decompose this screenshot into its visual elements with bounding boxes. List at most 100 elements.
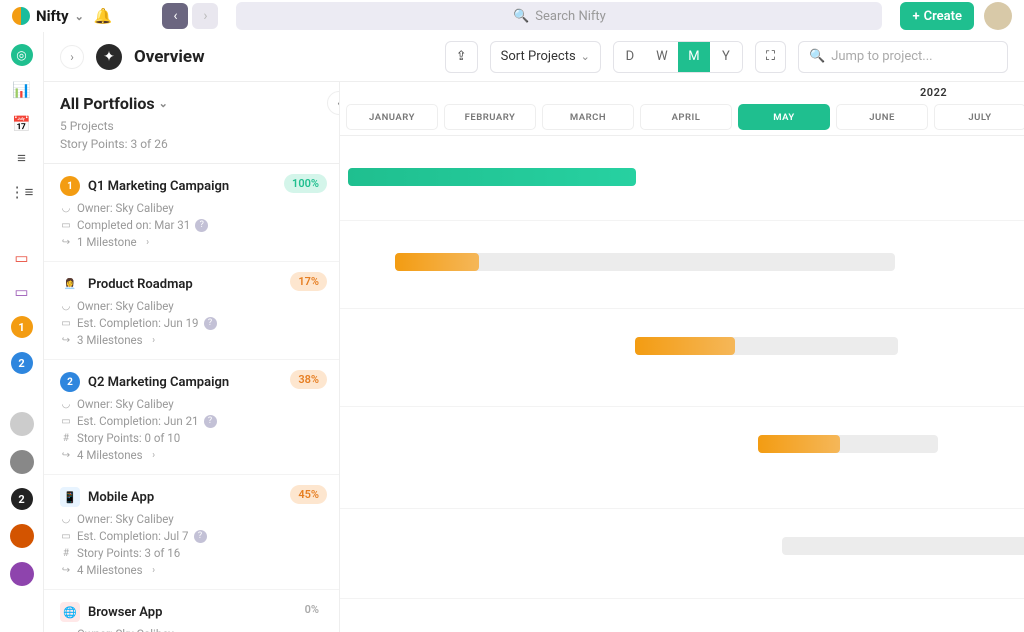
- project-owner: Owner: Sky Calibey: [77, 627, 174, 632]
- portfolio-title-text: All Portfolios: [60, 94, 155, 113]
- user-avatar[interactable]: [984, 2, 1012, 30]
- project-card[interactable]: 🌐 Browser App 0% ◡Owner: Sky Calibey▭Est…: [44, 590, 339, 632]
- info-icon[interactable]: ?: [204, 317, 217, 330]
- info-icon[interactable]: ?: [194, 530, 207, 543]
- search-placeholder: Search Nifty: [535, 9, 606, 24]
- rail-calendar-icon[interactable]: 📅: [12, 114, 32, 134]
- project-icon: 🌐: [60, 602, 80, 622]
- rail-avatar-3[interactable]: [10, 524, 34, 548]
- calendar-icon: ▭: [60, 416, 72, 427]
- hash-icon: #: [60, 548, 72, 559]
- project-list-column: ‹ All Portfolios ⌄ 5 Projects Story Poin…: [44, 82, 340, 632]
- chevron-right-icon: ›: [148, 450, 160, 461]
- month-january[interactable]: JANUARY: [346, 104, 438, 130]
- rail-analytics-icon[interactable]: 📊: [12, 80, 32, 100]
- milestone-icon: ↪: [60, 565, 72, 576]
- user-icon: ◡: [60, 301, 72, 312]
- timeline-row: [340, 136, 1024, 221]
- info-icon[interactable]: ?: [204, 415, 217, 428]
- chevron-down-icon: ⌄: [581, 50, 590, 63]
- user-icon: ◡: [60, 629, 72, 632]
- timescale-week[interactable]: W: [646, 42, 678, 72]
- timeline-row: [340, 309, 1024, 407]
- project-card[interactable]: 2 Q2 Marketing Campaign 38% ◡Owner: Sky …: [44, 360, 339, 475]
- project-milestones: 3 Milestones: [77, 333, 143, 347]
- project-completion: Completed on: Mar 31: [77, 218, 190, 232]
- timescale-day[interactable]: D: [614, 42, 646, 72]
- rail-list-icon[interactable]: ≡: [12, 148, 32, 168]
- project-completion: Est. Completion: Jun 21: [77, 414, 199, 428]
- chevron-down-icon: ⌄: [75, 10, 84, 23]
- project-name: Q2 Marketing Campaign: [88, 375, 229, 390]
- project-owner: Owner: Sky Calibey: [77, 397, 174, 411]
- timeline-total-bar[interactable]: [782, 537, 1024, 555]
- rail-tasks-icon[interactable]: ⋮≡: [12, 182, 32, 202]
- project-milestones: 4 Milestones: [77, 563, 143, 577]
- compass-icon: ✦: [96, 44, 122, 70]
- project-card[interactable]: 1 Q1 Marketing Campaign 100% ◡Owner: Sky…: [44, 164, 339, 262]
- timeline-progress-bar[interactable]: [758, 435, 840, 453]
- info-icon[interactable]: ?: [195, 219, 208, 232]
- milestone-icon: ↪: [60, 335, 72, 346]
- rail-badge-1[interactable]: 1: [11, 316, 33, 338]
- month-march[interactable]: MARCH: [542, 104, 634, 130]
- user-icon: ◡: [60, 514, 72, 525]
- rail-project-a-icon[interactable]: ▭: [12, 248, 32, 268]
- timescale-month[interactable]: M: [678, 42, 710, 72]
- bell-icon[interactable]: 🔔: [94, 7, 113, 25]
- timescale-year[interactable]: Y: [710, 42, 742, 72]
- rail-avatar-1[interactable]: [10, 412, 34, 436]
- sort-projects-button[interactable]: Sort Projects ⌄: [490, 41, 601, 73]
- create-label: Create: [924, 9, 962, 24]
- milestone-icon: ↪: [60, 450, 72, 461]
- global-search[interactable]: 🔍 Search Nifty: [236, 2, 882, 30]
- search-icon: 🔍: [809, 49, 825, 64]
- project-card[interactable]: 📱 Mobile App 45% ◡Owner: Sky Calibey▭Est…: [44, 475, 339, 590]
- brand[interactable]: Nifty ⌄: [12, 7, 84, 25]
- month-april[interactable]: APRIL: [640, 104, 732, 130]
- rail-count-badge[interactable]: 2: [11, 488, 33, 510]
- rail-overview-icon[interactable]: ◎: [11, 44, 33, 66]
- timeline-progress-bar[interactable]: [635, 337, 735, 355]
- timeline-row: [340, 221, 1024, 309]
- nav-forward-button: ›: [192, 3, 218, 29]
- share-button[interactable]: ⇪: [445, 41, 478, 73]
- rail-avatar-4[interactable]: [10, 562, 34, 586]
- project-card[interactable]: 👩‍💼 Product Roadmap 17% ◡Owner: Sky Cali…: [44, 262, 339, 360]
- project-completion: Est. Completion: Jul 7: [77, 529, 189, 543]
- project-percent: 45%: [290, 485, 327, 504]
- timeline-row: [340, 509, 1024, 599]
- portfolio-title[interactable]: All Portfolios ⌄: [60, 94, 323, 113]
- project-name: Product Roadmap: [88, 277, 193, 292]
- topbar: Nifty ⌄ 🔔 ‹ › 🔍 Search Nifty + Create: [0, 0, 1024, 32]
- jump-to-project-input[interactable]: 🔍 Jump to project...: [798, 41, 1008, 73]
- month-june[interactable]: JUNE: [836, 104, 928, 130]
- portfolio-project-count: 5 Projects: [60, 117, 323, 135]
- timeline-progress-bar[interactable]: [395, 253, 479, 271]
- rail-project-b-icon[interactable]: ▭: [12, 282, 32, 302]
- project-percent: 17%: [290, 272, 327, 291]
- timeline-progress-bar[interactable]: [348, 168, 636, 186]
- project-milestones: 1 Milestone: [77, 235, 137, 249]
- create-button[interactable]: + Create: [900, 2, 974, 30]
- calendar-icon: ▭: [60, 318, 72, 329]
- hash-icon: #: [60, 433, 72, 444]
- month-july[interactable]: JULY: [934, 104, 1024, 130]
- project-percent: 0%: [297, 600, 327, 619]
- chevron-down-icon: ⌄: [159, 97, 168, 110]
- timescale-switch: D W M Y: [613, 41, 743, 73]
- month-february[interactable]: FEBRUARY: [444, 104, 536, 130]
- expand-rail-button[interactable]: ›: [60, 45, 84, 69]
- project-icon: 2: [60, 372, 80, 392]
- rail-avatar-2[interactable]: [10, 450, 34, 474]
- fullscreen-button[interactable]: ⛶: [755, 41, 786, 73]
- logo-icon: [12, 7, 30, 25]
- month-may[interactable]: MAY: [738, 104, 830, 130]
- chevron-right-icon: ›: [148, 565, 160, 576]
- nav-back-button[interactable]: ‹: [162, 3, 188, 29]
- brand-text: Nifty: [36, 7, 69, 25]
- project-icon: 👩‍💼: [60, 274, 80, 294]
- rail-badge-2[interactable]: 2: [11, 352, 33, 374]
- project-percent: 38%: [290, 370, 327, 389]
- project-completion: Est. Completion: Jun 19: [77, 316, 199, 330]
